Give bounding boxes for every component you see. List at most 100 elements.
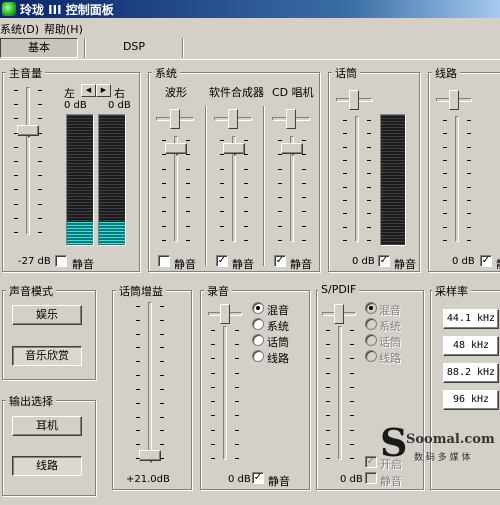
wave-pan-thumb[interactable] [170, 109, 180, 129]
slider-tick [38, 203, 42, 205]
master-volume-thumb[interactable] [17, 125, 39, 138]
mic-pan-thumb[interactable] [349, 90, 359, 110]
slider-tick [244, 240, 248, 241]
slider-tick [467, 160, 471, 161]
output-line-button[interactable]: 线路 [12, 456, 82, 476]
slider-tick [443, 120, 447, 121]
spdif-on-checkbox: ✓ [365, 456, 377, 468]
sample-rate-96k-button[interactable]: 96 kHz [443, 390, 499, 410]
sample-rate-label: 采样率 [432, 283, 471, 299]
slider-tick [367, 120, 371, 121]
slider-tick [14, 90, 18, 91]
sound-mode-music-button[interactable]: 音乐欣赏 [12, 346, 82, 366]
channel-cd-label: CD 唱机 [272, 86, 314, 99]
mic-volume-track[interactable] [355, 116, 359, 242]
slider-tick [186, 211, 190, 213]
slider-tick [467, 186, 471, 188]
record-option-system: 系统 [267, 320, 289, 333]
wave-mute-checkbox[interactable] [158, 255, 170, 267]
sample-rate-44k-button[interactable]: 44.1 kHz [443, 309, 499, 329]
cd-mute-checkbox[interactable]: ✓ [274, 255, 286, 267]
slider-tick [244, 168, 248, 170]
synth-mute-checkbox[interactable]: ✓ [216, 255, 228, 267]
slider-tick [136, 306, 140, 307]
slider-tick [278, 197, 282, 199]
slider-tick [278, 154, 282, 156]
slider-tick [350, 386, 354, 388]
spdif-radio-mic [365, 334, 377, 346]
slider-tick [326, 386, 330, 388]
slider-tick [186, 225, 190, 227]
balance-right-button[interactable]: ▶ [96, 84, 111, 97]
sound-mode-entertainment-button[interactable]: 娱乐 [12, 305, 82, 325]
master-right-db: 0 dB [108, 100, 131, 111]
record-radio-mix[interactable] [252, 302, 264, 314]
title-bar[interactable]: 玲珑 III 控制面板 [0, 0, 500, 18]
slider-tick [211, 429, 215, 431]
slider-tick [160, 430, 164, 432]
master-volume-label: 主音量 [6, 65, 45, 81]
record-option-mix: 混音 [267, 304, 289, 317]
tab-basic[interactable]: 基本 [0, 38, 78, 58]
synth-volume-thumb[interactable] [223, 143, 245, 156]
line-pan-thumb[interactable] [449, 90, 459, 110]
slider-tick [162, 168, 166, 170]
record-radio-mic[interactable] [252, 334, 264, 346]
output-select-label: 输出选择 [6, 393, 56, 409]
master-volume-track[interactable] [26, 87, 30, 235]
slider-tick [211, 458, 215, 459]
master-mute-label: 静音 [72, 258, 94, 271]
sample-rate-48k-button[interactable]: 48 kHz [443, 336, 499, 356]
master-mute-checkbox[interactable] [55, 255, 67, 267]
sample-rate-88k-button[interactable]: 88.2 kHz [443, 363, 499, 383]
slider-tick [278, 182, 282, 184]
line-mute-checkbox[interactable]: ✓ [480, 255, 492, 267]
spdif-radio-line [365, 350, 377, 362]
mic-mute-checkbox[interactable]: ✓ [378, 255, 390, 267]
slider-tick [326, 429, 330, 431]
line-volume-track[interactable] [455, 116, 459, 242]
master-left-label: 左 [64, 87, 75, 100]
spdif-pan-thumb[interactable] [334, 304, 344, 324]
slider-tick [162, 154, 166, 156]
wave-volume-thumb[interactable] [165, 143, 187, 156]
record-option-line: 线路 [267, 352, 289, 365]
spdif-volume-track[interactable] [338, 326, 342, 460]
cd-volume-thumb[interactable] [281, 143, 303, 156]
mic-db: 0 dB [352, 256, 375, 267]
record-radio-line[interactable] [252, 350, 264, 362]
tab-dsp[interactable]: DSP [88, 38, 180, 58]
mic-gain-track[interactable] [148, 302, 152, 462]
slider-tick [244, 140, 248, 141]
cd-pan-thumb[interactable] [286, 109, 296, 129]
spdif-option-mix: 混音 [379, 304, 401, 317]
slider-tick [220, 168, 224, 170]
mic-meter [380, 114, 406, 246]
slider-tick [350, 330, 354, 331]
slider-tick [350, 372, 354, 374]
menu-help[interactable]: 帮助(H) [44, 21, 83, 37]
slider-tick [278, 168, 282, 170]
mic-mute-label: 静音 [394, 258, 416, 271]
slider-tick [235, 372, 239, 374]
slider-tick [220, 182, 224, 184]
record-volume-track[interactable] [223, 326, 227, 460]
slider-tick [160, 444, 164, 446]
record-mute-checkbox[interactable]: ✓ [252, 472, 264, 484]
mic-gain-thumb[interactable] [139, 450, 161, 463]
slider-tick [136, 416, 140, 418]
slider-tick [136, 444, 140, 446]
output-headphone-button[interactable]: 耳机 [12, 416, 82, 436]
synth-pan-thumb[interactable] [228, 109, 238, 129]
spdif-radio-system [365, 318, 377, 330]
menu-system[interactable]: 系统(D) [0, 21, 39, 37]
slider-tick [211, 401, 215, 403]
slider-tick [367, 173, 371, 175]
record-db: 0 dB [228, 474, 251, 485]
record-pan-thumb[interactable] [220, 304, 230, 324]
record-radio-system[interactable] [252, 318, 264, 330]
slider-tick [343, 120, 347, 121]
balance-left-button[interactable]: ◀ [81, 84, 96, 97]
master-volume-db: -27 dB [18, 256, 51, 267]
slider-tick [14, 146, 18, 148]
